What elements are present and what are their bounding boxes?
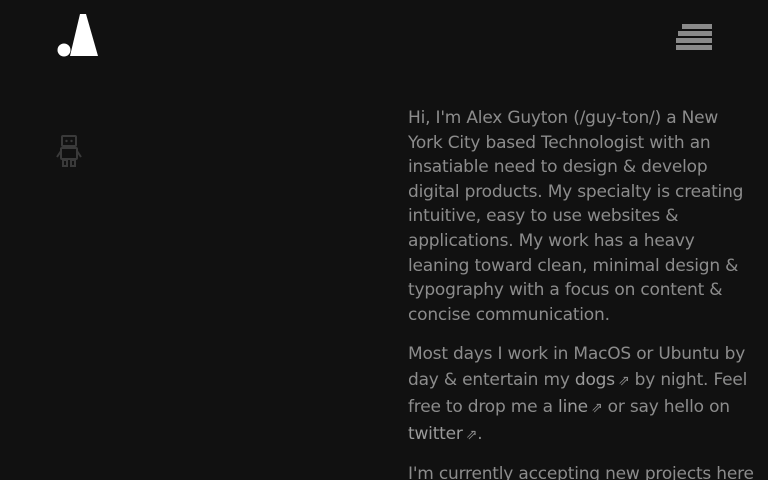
external-link-icon: ⇗ xyxy=(617,373,630,390)
line-link-label: line xyxy=(558,397,588,418)
robot-avatar xyxy=(56,134,82,168)
a-logo-icon xyxy=(57,14,98,57)
twitter-link-label: twitter xyxy=(408,424,463,445)
p2-end: . xyxy=(477,424,483,445)
dogs-link-label: dogs xyxy=(574,370,615,391)
menu-button[interactable] xyxy=(674,22,714,54)
intro-paragraph-3: I'm currently accepting new projects her… xyxy=(408,464,754,480)
twitter-link[interactable]: twitter ⇗ xyxy=(408,424,477,444)
robot-icon xyxy=(56,135,82,167)
p2-text-3: or say hello on xyxy=(602,397,730,418)
intro-paragraph-1: Hi, I'm Alex Guyton (/guy-ton/) a New Yo… xyxy=(408,108,744,325)
hamburger-menu-icon xyxy=(676,24,712,50)
intro-content: Hi, I'm Alex Guyton (/guy-ton/) a New Yo… xyxy=(408,106,754,480)
external-link-icon: ⇗ xyxy=(465,427,478,444)
logo-link[interactable] xyxy=(56,14,100,58)
intro-paragraph-2: Most days I work in MacOS or Ubuntu by d… xyxy=(408,341,754,448)
line-link[interactable]: line ⇗ xyxy=(558,397,603,418)
external-link-icon: ⇗ xyxy=(590,400,603,417)
dogs-link[interactable]: dogs ⇗ xyxy=(575,370,630,390)
